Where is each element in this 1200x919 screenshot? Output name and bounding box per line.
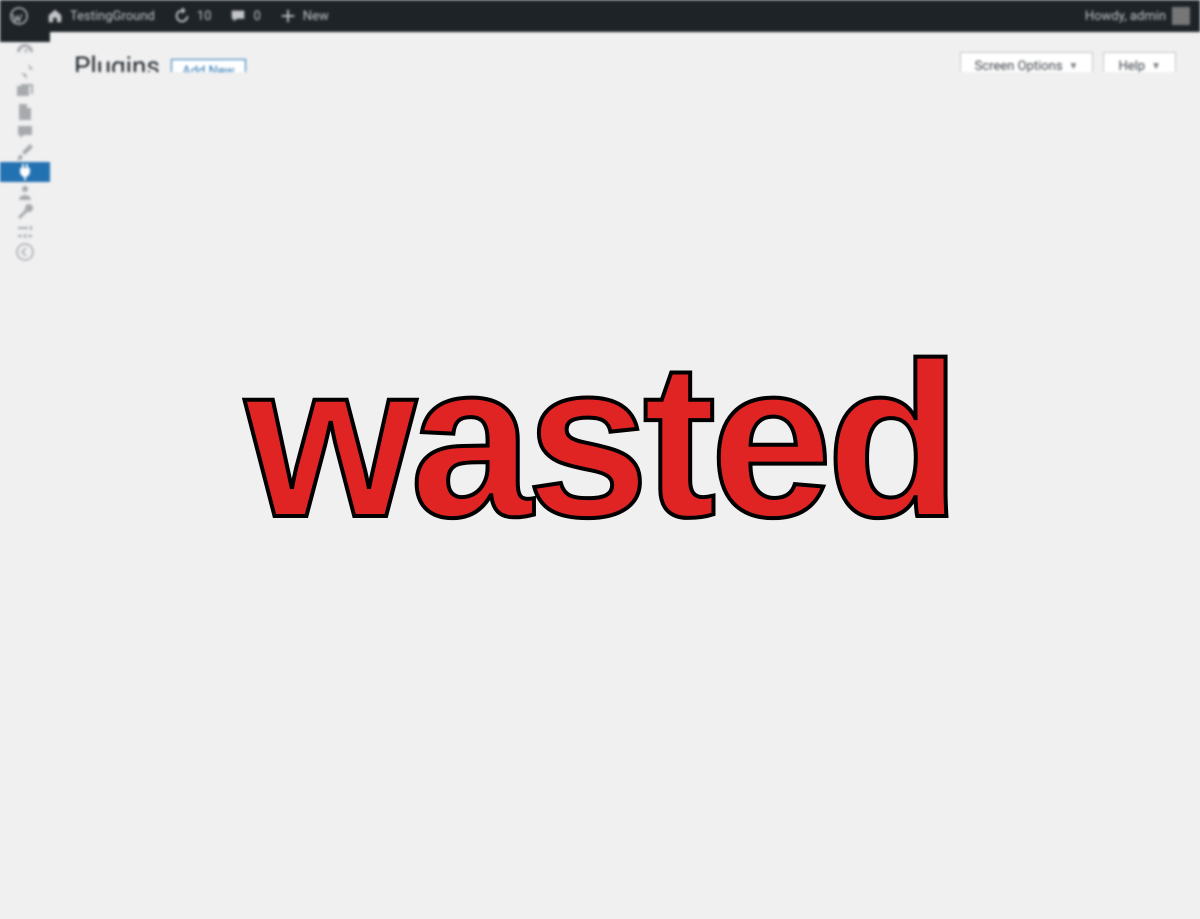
updates-link[interactable]: 10 xyxy=(173,7,212,25)
collapse-icon xyxy=(15,242,35,262)
comments-icon xyxy=(15,122,35,142)
dashboard-icon xyxy=(15,42,35,62)
menu-tools[interactable] xyxy=(0,202,50,222)
site-name-link[interactable]: TestingGround xyxy=(46,7,155,25)
update-icon xyxy=(173,7,191,25)
home-icon xyxy=(46,7,64,25)
add-new-button[interactable]: Add New xyxy=(171,59,245,72)
new-label: New xyxy=(303,9,329,24)
menu-appearance[interactable] xyxy=(0,142,50,162)
user-icon xyxy=(15,182,35,202)
howdy-link[interactable]: Howdy, admin xyxy=(1085,7,1190,25)
site-name: TestingGround xyxy=(70,9,155,24)
menu-collapse[interactable] xyxy=(0,242,50,262)
brush-icon xyxy=(15,142,35,162)
admin-menu xyxy=(0,32,50,42)
wrench-icon xyxy=(15,202,35,222)
menu-plugins[interactable] xyxy=(0,162,50,182)
overlay-text: wasted xyxy=(0,330,1200,550)
comment-icon xyxy=(229,7,247,25)
page-icon xyxy=(15,102,35,122)
menu-media[interactable] xyxy=(0,82,50,102)
avatar xyxy=(1172,7,1190,25)
new-content-link[interactable]: New xyxy=(279,7,329,25)
chevron-down-icon: ▼ xyxy=(1069,61,1079,72)
menu-users[interactable] xyxy=(0,182,50,202)
plus-icon xyxy=(279,7,297,25)
menu-dashboard[interactable] xyxy=(0,42,50,62)
menu-comments[interactable] xyxy=(0,122,50,142)
menu-pages[interactable] xyxy=(0,102,50,122)
pin-icon xyxy=(15,62,35,82)
plugin-icon xyxy=(15,162,35,182)
page-title: Plugins xyxy=(74,52,160,72)
comments-link[interactable]: 0 xyxy=(229,7,260,25)
screen-options-label: Screen Options xyxy=(975,59,1063,72)
updates-count: 10 xyxy=(197,9,212,24)
help-label: Help xyxy=(1118,59,1145,72)
screen-options-button[interactable]: Screen Options ▼ xyxy=(960,52,1094,72)
menu-settings[interactable] xyxy=(0,222,50,242)
menu-posts[interactable] xyxy=(0,62,50,82)
sliders-icon xyxy=(15,222,35,242)
comments-count: 0 xyxy=(253,9,260,24)
wp-logo-icon[interactable] xyxy=(10,7,28,25)
help-button[interactable]: Help ▼ xyxy=(1103,52,1176,72)
page-body: Screen Options ▼ Help ▼ Plugins Add New … xyxy=(50,32,1200,72)
media-icon xyxy=(15,82,35,102)
chevron-down-icon: ▼ xyxy=(1151,61,1161,72)
admin-bar: TestingGround 10 0 New Howdy, admin xyxy=(0,0,1200,32)
howdy-text: Howdy, admin xyxy=(1085,9,1166,24)
